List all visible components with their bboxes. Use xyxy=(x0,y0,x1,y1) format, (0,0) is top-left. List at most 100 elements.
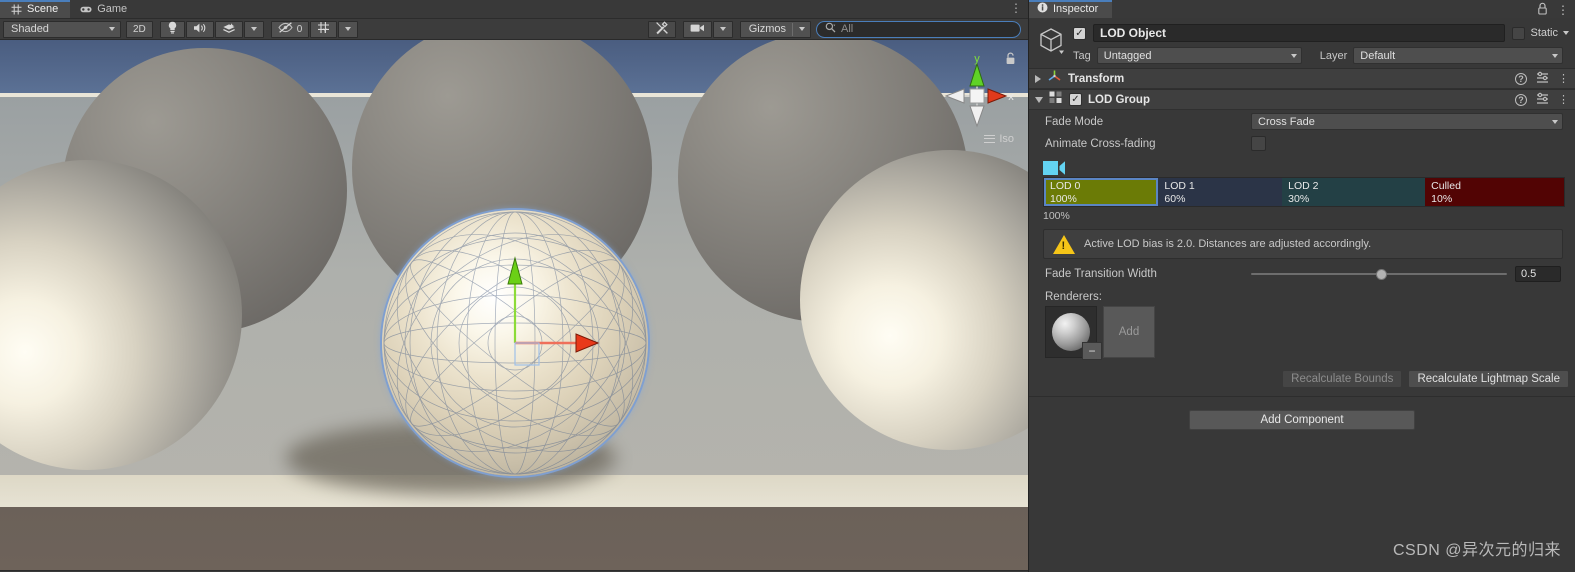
scene-tab-bar: Scene Game ⋮ xyxy=(0,0,1028,18)
scene-tab-menu-icon[interactable]: ⋮ xyxy=(1010,2,1022,14)
component-header-lod-group[interactable]: ✓ LOD Group ? ⋮ xyxy=(1029,89,1575,110)
kebab-menu-icon[interactable]: ⋮ xyxy=(1557,3,1569,17)
scene-effects-dropdown[interactable] xyxy=(243,20,264,38)
recalculate-lightmap-label: Recalculate Lightmap Scale xyxy=(1417,373,1560,385)
tools-icon xyxy=(655,20,669,38)
tab-inspector[interactable]: Inspector xyxy=(1029,0,1113,18)
scene-camera-button[interactable] xyxy=(682,20,712,38)
lod-segment-culled-name: Culled xyxy=(1431,180,1461,192)
help-icon[interactable]: ? xyxy=(1515,72,1527,85)
renderer-slot-0[interactable]: − xyxy=(1045,306,1102,360)
lod-level-bar[interactable]: LOD 0 100% LOD 1 60% LOD 2 30% Culled 10… xyxy=(1043,177,1565,207)
scene-grid-button[interactable]: Y xyxy=(310,20,338,38)
component-name-transform: Transform xyxy=(1068,72,1125,85)
gizmos-button[interactable]: Gizmos xyxy=(739,20,811,38)
scene-viewport[interactable]: y x Iso xyxy=(0,40,1028,571)
lock-icon[interactable] xyxy=(1537,2,1548,18)
static-checkbox[interactable] xyxy=(1512,26,1526,40)
selected-lod-object[interactable] xyxy=(382,210,648,476)
toggle-2d-button[interactable]: 2D xyxy=(126,20,153,38)
kebab-menu-icon[interactable]: ⋮ xyxy=(1558,72,1569,85)
fade-mode-label: Fade Mode xyxy=(1045,115,1104,128)
recalculate-lightmap-scale-button[interactable]: Recalculate Lightmap Scale xyxy=(1408,370,1569,388)
scene-lighting-button[interactable] xyxy=(159,20,185,38)
foreground-floor xyxy=(0,507,1028,571)
tab-game[interactable]: Game xyxy=(70,0,139,18)
gizmos-divider xyxy=(792,22,793,36)
chevron-down-icon xyxy=(345,27,352,31)
remove-renderer-button[interactable]: − xyxy=(1082,342,1102,360)
lod-segment-1[interactable]: LOD 1 60% xyxy=(1158,178,1283,206)
scene-orientation-label[interactable]: Iso xyxy=(984,132,1014,145)
lod-segment-culled[interactable]: Culled 10% xyxy=(1425,178,1564,206)
static-toggle-group[interactable]: Static xyxy=(1512,26,1569,40)
lod-segment-1-name: LOD 1 xyxy=(1164,180,1195,192)
inspector-header-icons: ⋮ xyxy=(1537,2,1569,18)
lod-camera-marker[interactable] xyxy=(1043,160,1069,176)
draw-mode-value: Shaded xyxy=(11,23,49,35)
scene-grid-dropdown[interactable] xyxy=(338,20,359,38)
lod-segment-2[interactable]: LOD 2 30% xyxy=(1282,178,1426,206)
tab-scene[interactable]: Scene xyxy=(0,0,71,18)
recalculate-bounds-label: Recalculate Bounds xyxy=(1291,373,1394,385)
layer-value: Default xyxy=(1360,49,1396,62)
add-component-row: Add Component xyxy=(1029,397,1575,430)
transform-icon xyxy=(1047,69,1062,88)
draw-mode-dropdown[interactable]: Shaded xyxy=(3,20,121,38)
recalculate-bounds-button[interactable]: Recalculate Bounds xyxy=(1282,370,1403,388)
slider-handle[interactable] xyxy=(1376,268,1388,280)
help-icon[interactable]: ? xyxy=(1515,93,1527,106)
fade-mode-row: Fade Mode Cross Fade xyxy=(1029,110,1575,133)
hidden-object-count: 0 xyxy=(296,23,303,35)
fade-mode-dropdown[interactable]: Cross Fade xyxy=(1251,113,1563,130)
gamepad-icon xyxy=(80,3,92,15)
scene-panel: Scene Game ⋮ Shaded 2D 0 Y Gizmos All y … xyxy=(0,0,1028,572)
chevron-down-icon[interactable] xyxy=(1563,31,1569,35)
preset-icon[interactable] xyxy=(1536,92,1549,107)
kebab-menu-icon[interactable]: ⋮ xyxy=(1558,93,1569,106)
lod-group-enabled-checkbox[interactable]: ✓ xyxy=(1069,93,1082,106)
chevron-right-icon[interactable] xyxy=(1035,74,1041,83)
scene-search-input[interactable]: All xyxy=(816,20,1021,38)
scene-audio-button[interactable] xyxy=(185,20,214,38)
tab-scene-label: Scene xyxy=(27,3,59,15)
iso-text: Iso xyxy=(999,132,1014,145)
chevron-down-icon[interactable] xyxy=(1035,96,1043,103)
tag-label: Tag xyxy=(1073,49,1091,62)
scene-tools-button[interactable] xyxy=(647,20,676,38)
scene-view-lock-icon[interactable] xyxy=(1005,52,1016,68)
scene-orientation-gizmo[interactable]: y x xyxy=(940,52,1014,132)
chevron-down-icon xyxy=(1290,53,1297,58)
animate-crossfade-row: Animate Cross-fading xyxy=(1029,133,1575,154)
preset-icon[interactable] xyxy=(1536,71,1549,86)
add-renderer-button[interactable]: Add xyxy=(1103,306,1155,358)
inspector-panel: Inspector ⋮ ✓ LOD Object Static Tag Unta… xyxy=(1028,0,1575,572)
camera-icon xyxy=(690,23,705,36)
fade-transition-width-input[interactable]: 0.5 xyxy=(1515,266,1561,282)
animate-crossfade-checkbox[interactable] xyxy=(1251,136,1266,151)
transform-move-gizmo[interactable] xyxy=(382,210,648,476)
renderers-list: − Add xyxy=(1029,306,1575,360)
recalculate-buttons-row: Recalculate Bounds Recalculate Lightmap … xyxy=(1029,358,1575,388)
component-header-transform[interactable]: Transform ? ⋮ xyxy=(1029,68,1575,89)
scene-effects-button[interactable] xyxy=(214,20,243,38)
tag-dropdown[interactable]: Untagged xyxy=(1096,47,1302,64)
fade-transition-width-value: 0.5 xyxy=(1521,268,1537,280)
scene-hidden-objects-button[interactable]: 0 xyxy=(270,20,310,38)
fade-transition-width-slider[interactable] xyxy=(1251,267,1507,281)
gameobject-name-input[interactable]: LOD Object xyxy=(1093,24,1506,42)
grid-icon xyxy=(10,3,22,15)
lod-segment-0[interactable]: LOD 0 100% xyxy=(1044,178,1159,206)
chevron-down-icon xyxy=(1552,53,1558,58)
gameobject-name-row: ✓ LOD Object Static xyxy=(1073,24,1569,42)
scene-camera-dropdown[interactable] xyxy=(712,20,733,38)
lod-segment-2-percent: 30% xyxy=(1288,193,1310,205)
layer-label: Layer xyxy=(1319,49,1348,62)
inspector-tab-bar: Inspector ⋮ xyxy=(1029,0,1575,18)
add-component-button[interactable]: Add Component xyxy=(1189,410,1415,430)
animate-crossfade-label: Animate Cross-fading xyxy=(1045,137,1156,150)
gameobject-enabled-checkbox[interactable]: ✓ xyxy=(1073,26,1086,40)
gameobject-header: ✓ LOD Object Static Tag Untagged Layer D… xyxy=(1029,18,1575,64)
lod-bias-warning: Active LOD bias is 2.0. Distances are ad… xyxy=(1043,229,1563,259)
layer-dropdown[interactable]: Default xyxy=(1353,47,1563,64)
